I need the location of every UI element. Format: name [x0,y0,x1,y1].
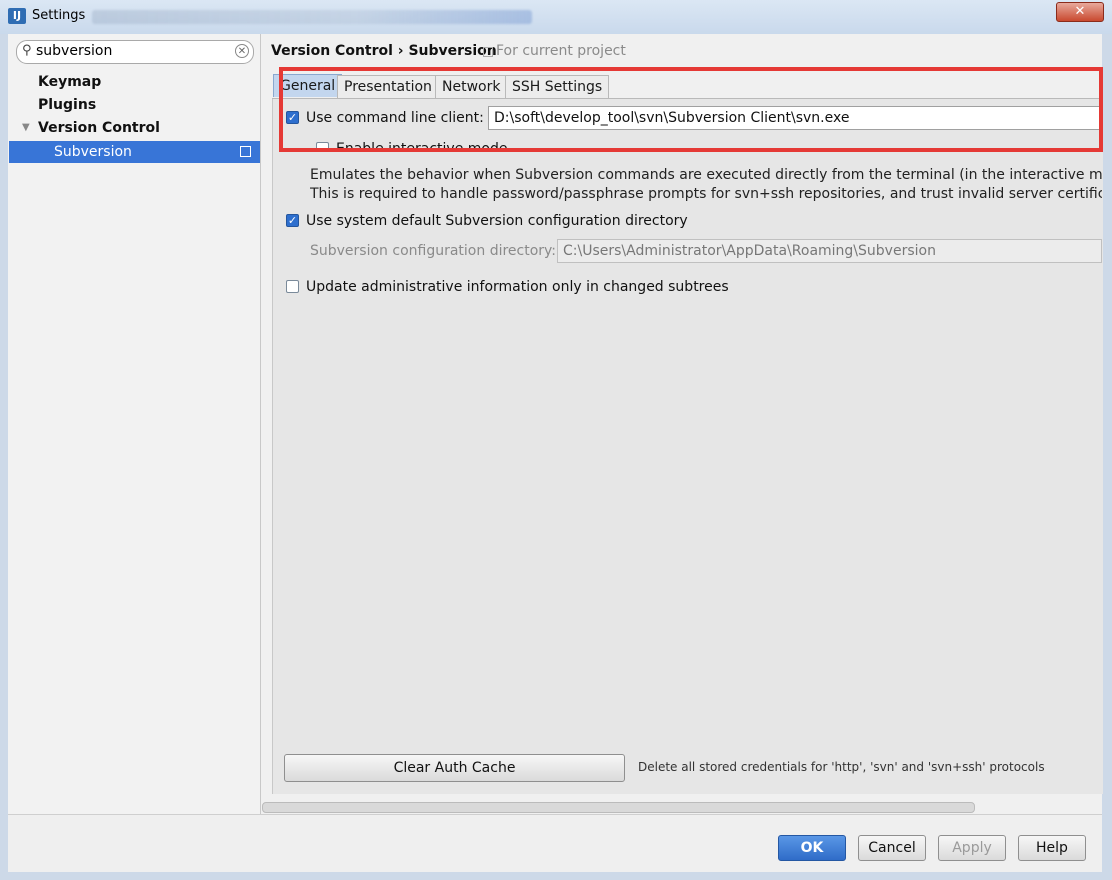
window-title: Settings [32,8,86,23]
app-icon: IJ [8,8,26,24]
blurred-title-path [92,10,532,24]
highlight-annotation [279,67,1103,152]
expand-arrow-icon[interactable]: ▼ [22,122,30,133]
interactive-desc-line2: This is required to handle password/pass… [310,186,1102,202]
window-frame-bottom [0,872,1112,880]
project-note: For current project [496,43,626,59]
project-scope-icon [240,146,251,157]
breadcrumb: Version Control › Subversion [271,43,497,59]
use-default-dir-label: Use system default Subversion configurat… [306,213,688,229]
apply-button[interactable]: Apply [938,835,1006,861]
clear-cache-hint: Delete all stored credentials for 'http'… [638,760,1045,774]
general-tab-panel [272,99,1103,794]
sidebar-item-keymap[interactable]: Keymap [38,74,101,90]
sidebar-item-plugins[interactable]: Plugins [38,97,96,113]
search-icon: ⚲ [22,43,32,58]
close-button[interactable]: ✕ [1056,2,1104,22]
update-admin-checkbox[interactable] [286,280,299,293]
clear-auth-cache-button[interactable]: Clear Auth Cache [284,754,625,782]
sidebar-item-version-control[interactable]: Version Control [38,120,160,136]
update-admin-label: Update administrative information only i… [306,279,729,295]
sidebar-item-subversion[interactable] [9,141,260,163]
window-frame-left [0,34,8,880]
project-scope-icon [483,47,493,57]
interactive-desc-line1: Emulates the behavior when Subversion co… [310,167,1102,183]
horizontal-scrollbar[interactable] [262,802,975,813]
window-frame-right [1102,34,1112,880]
ok-button[interactable]: OK [778,835,846,861]
cancel-button[interactable]: Cancel [858,835,926,861]
config-dir-label: Subversion configuration directory: [310,243,557,259]
clear-search-icon[interactable]: ✕ [235,44,249,58]
help-button[interactable]: Help [1018,835,1086,861]
config-dir-field: C:\Users\Administrator\AppData\Roaming\S… [557,239,1102,263]
search-input[interactable] [36,42,226,60]
sidebar-item-subversion-label: Subversion [54,144,132,160]
use-default-dir-checkbox[interactable]: ✓ [286,214,299,227]
